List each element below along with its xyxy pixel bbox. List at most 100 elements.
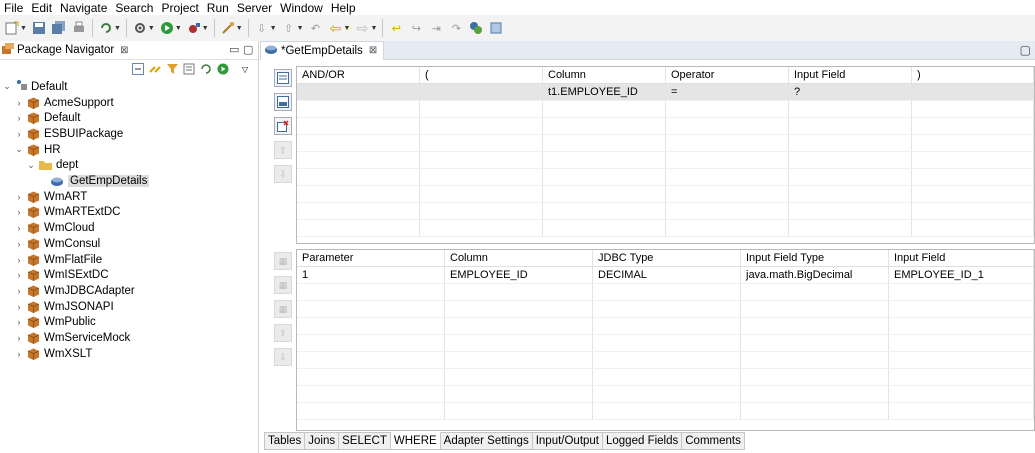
- collapsed-chevron-icon[interactable]: ›: [14, 223, 24, 233]
- tab-logged-fields[interactable]: Logged Fields: [603, 432, 683, 450]
- tab-joins[interactable]: Joins: [305, 432, 340, 450]
- last-edit-icon[interactable]: ↶: [308, 20, 324, 36]
- add-row-button[interactable]: [274, 93, 292, 111]
- menu-run[interactable]: Run: [203, 1, 233, 15]
- debug-icon[interactable]: [186, 20, 202, 36]
- save-all-icon[interactable]: [51, 20, 67, 36]
- save-icon[interactable]: [31, 20, 47, 36]
- run-icon[interactable]: [159, 20, 175, 36]
- filter-icon[interactable]: [165, 63, 179, 76]
- where-table-cell[interactable]: =: [666, 84, 789, 100]
- move-up-button[interactable]: ⇧: [274, 141, 292, 159]
- where-table-row[interactable]: t1.EMPLOYEE_ID =?: [297, 84, 1034, 101]
- tree-node-package[interactable]: › WmPublic: [14, 315, 96, 330]
- tree-node-package[interactable]: › WmART: [14, 189, 87, 204]
- param-table-cell[interactable]: 1: [297, 267, 445, 283]
- editor-tab-getempdetails[interactable]: *GetEmpDetails ⊠: [260, 40, 385, 60]
- gear-icon[interactable]: [132, 20, 148, 36]
- tree-node-package[interactable]: › WmCloud: [14, 221, 94, 236]
- refresh-packages-icon[interactable]: [199, 63, 213, 76]
- step-icon[interactable]: ⇥: [428, 20, 444, 36]
- view-menu-icon[interactable]: ▽: [238, 63, 252, 76]
- new-icon[interactable]: [4, 20, 20, 36]
- back-icon[interactable]: ⇦: [328, 20, 344, 36]
- insert-param-button[interactable]: ▦: [274, 252, 292, 270]
- prev-annotation-icon[interactable]: ⇧: [281, 20, 297, 36]
- collapsed-chevron-icon[interactable]: ›: [14, 113, 24, 123]
- expanded-chevron-icon[interactable]: ⌄: [14, 144, 24, 155]
- tree-node-package[interactable]: › WmServiceMock: [14, 331, 130, 346]
- menu-file[interactable]: File: [0, 1, 27, 15]
- where-table-cell[interactable]: ?: [789, 84, 912, 100]
- link-editor-icon[interactable]: [148, 63, 162, 76]
- flow-icon[interactable]: [488, 20, 504, 36]
- properties-icon[interactable]: [182, 63, 196, 76]
- move-down-button[interactable]: ⇩: [274, 165, 292, 183]
- where-table-cell[interactable]: [912, 84, 1034, 100]
- tree-node-package[interactable]: › WmXSLT: [14, 346, 92, 361]
- param-table-cell[interactable]: EMPLOYEE_ID_1: [889, 267, 1034, 283]
- param-table-cell[interactable]: EMPLOYEE_ID: [445, 267, 593, 283]
- where-column-header[interactable]: AND/OR: [297, 67, 420, 83]
- tree-node-package[interactable]: › WmARTExtDC: [14, 205, 120, 220]
- print-icon[interactable]: [71, 20, 87, 36]
- expanded-chevron-icon[interactable]: ⌄: [26, 160, 36, 171]
- insert-row-button[interactable]: [274, 69, 292, 87]
- param-table-row[interactable]: 1 EMPLOYEE_ID DECIMAL java.math.BigDecimal E…: [297, 267, 1034, 284]
- wand-icon[interactable]: [220, 20, 236, 36]
- collapsed-chevron-icon[interactable]: ›: [14, 349, 24, 359]
- wand-dropdown-icon[interactable]: ▼: [236, 25, 243, 32]
- collapsed-chevron-icon[interactable]: ›: [14, 192, 24, 202]
- redo-icon[interactable]: ↪: [408, 20, 424, 36]
- tree-node-package[interactable]: › WmConsul: [14, 236, 100, 251]
- collapsed-chevron-icon[interactable]: ›: [14, 302, 24, 312]
- gear-dropdown-icon[interactable]: ▼: [148, 25, 155, 32]
- maximize-icon[interactable]: ▢: [1020, 43, 1031, 57]
- where-column-header[interactable]: Column: [543, 67, 666, 83]
- collapsed-chevron-icon[interactable]: ›: [14, 286, 24, 296]
- tree-node-package[interactable]: › AcmeSupport: [14, 95, 114, 110]
- collapse-all-icon[interactable]: [131, 63, 145, 76]
- tab-comments[interactable]: Comments: [682, 432, 745, 450]
- collapsed-chevron-icon[interactable]: ›: [14, 255, 24, 265]
- where-column-header[interactable]: (: [420, 67, 543, 83]
- tree-node-package[interactable]: › WmFlatFile: [14, 252, 102, 267]
- tree-node-package[interactable]: › WmISExtDC: [14, 268, 109, 283]
- collapsed-chevron-icon[interactable]: ›: [14, 98, 24, 108]
- refresh-icon[interactable]: [98, 20, 114, 36]
- collapsed-chevron-icon[interactable]: ›: [14, 239, 24, 249]
- next-annotation-dropdown-icon[interactable]: ▼: [270, 25, 277, 32]
- menu-edit[interactable]: Edit: [27, 1, 56, 15]
- menu-navigate[interactable]: Navigate: [56, 1, 111, 15]
- services-icon[interactable]: [468, 20, 484, 36]
- tab-tables[interactable]: Tables: [264, 432, 306, 450]
- forward-icon[interactable]: ⇨: [354, 20, 370, 36]
- package-navigator-tab[interactable]: Package Navigator ⊠: [0, 41, 258, 60]
- menu-server[interactable]: Server: [233, 1, 276, 15]
- collapsed-chevron-icon[interactable]: ›: [14, 333, 24, 343]
- next-annotation-icon[interactable]: ⇩: [254, 20, 270, 36]
- move-param-up-button[interactable]: ⇧: [274, 324, 292, 342]
- tree-node-service[interactable]: GetEmpDetails: [38, 174, 150, 189]
- param-column-header[interactable]: Input Field Type: [741, 250, 889, 266]
- collapsed-chevron-icon[interactable]: ›: [14, 317, 24, 327]
- tree-node-package[interactable]: › ESBUIPackage: [14, 126, 123, 141]
- tab-where[interactable]: WHERE: [390, 432, 441, 450]
- tab-select[interactable]: SELECT: [339, 432, 391, 450]
- tree-node-package[interactable]: › WmJDBCAdapter: [14, 283, 135, 298]
- param-column-header[interactable]: Column: [445, 250, 593, 266]
- tree-node-server[interactable]: ⌄ Default: [2, 79, 67, 94]
- tab-input-output[interactable]: Input/Output: [532, 432, 603, 450]
- where-column-header[interactable]: ): [912, 67, 1034, 83]
- run-dropdown-icon[interactable]: ▼: [175, 25, 182, 32]
- minimize-icon[interactable]: ▭: [229, 43, 239, 56]
- tree-node-folder[interactable]: ⌄ dept: [26, 158, 78, 173]
- back-dropdown-icon[interactable]: ▼: [344, 25, 351, 32]
- tree-node-package[interactable]: › WmJSONAPI: [14, 299, 114, 314]
- forward-dropdown-icon[interactable]: ▼: [370, 25, 377, 32]
- expanded-chevron-icon[interactable]: ⌄: [2, 81, 12, 92]
- refresh-dropdown-icon[interactable]: ▼: [114, 25, 121, 32]
- param-column-header[interactable]: Input Field: [889, 250, 1034, 266]
- menu-help[interactable]: Help: [327, 1, 360, 15]
- move-param-down-button[interactable]: ⇩: [274, 348, 292, 366]
